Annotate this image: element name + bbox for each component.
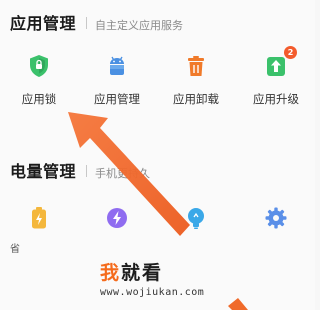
power-management-title: 电量管理 bbox=[10, 162, 77, 181]
watermark-brand: 我就看 bbox=[100, 258, 230, 285]
app-lock-label: 应用锁 bbox=[21, 92, 57, 106]
header-divider bbox=[86, 17, 88, 29]
watermark-brand-part2: 就看 bbox=[121, 262, 164, 284]
app-management-header: 应用管理 自主定义应用服务 bbox=[10, 10, 183, 34]
shield-lock-icon bbox=[30, 55, 48, 77]
app-manager-tile[interactable]: 应用管理 bbox=[78, 52, 156, 118]
site-watermark: 我就看 www.wojiukan.com bbox=[100, 258, 230, 298]
app-uninstall-tile[interactable]: 应用卸载 bbox=[157, 52, 235, 118]
app-screen: 应用管理 自主定义应用服务 应用锁 应用管理 应用卸载 2 应用升级 电量管理 … bbox=[0, 0, 315, 310]
power-management-header: 电量管理 手机更持久 bbox=[10, 158, 150, 182]
upgrade-count-badge: 2 bbox=[284, 46, 297, 59]
app-management-subtitle: 自主定义应用服务 bbox=[95, 19, 184, 32]
upgrade-icon-wrap: 2 bbox=[262, 46, 297, 80]
watermark-url: www.wojiukan.com bbox=[100, 287, 205, 298]
power-settings-tile[interactable] bbox=[237, 204, 315, 270]
gear-icon bbox=[265, 207, 287, 229]
app-management-grid: 应用锁 应用管理 应用卸载 2 应用升级 bbox=[0, 46, 315, 122]
android-icon bbox=[110, 56, 124, 75]
pointer-arrow-secondary bbox=[228, 298, 248, 310]
app-manager-label: 应用管理 bbox=[94, 92, 140, 106]
battery-icon bbox=[32, 207, 46, 229]
app-upgrade-label: 应用升级 bbox=[253, 92, 299, 106]
header-divider bbox=[86, 165, 88, 177]
bulb-icon bbox=[188, 208, 204, 229]
app-uninstall-label: 应用卸载 bbox=[173, 92, 219, 106]
battery-label-partial: 省 bbox=[10, 244, 20, 255]
watermark-brand-part1: 我 bbox=[100, 262, 122, 284]
battery-tile[interactable] bbox=[0, 204, 78, 270]
trash-icon bbox=[188, 56, 204, 76]
app-upgrade-tile[interactable]: 2 应用升级 bbox=[237, 46, 315, 118]
power-management-subtitle: 手机更持久 bbox=[95, 167, 151, 180]
app-management-title: 应用管理 bbox=[10, 14, 77, 33]
app-lock-tile[interactable]: 应用锁 bbox=[0, 52, 78, 118]
lightning-icon bbox=[107, 208, 127, 228]
